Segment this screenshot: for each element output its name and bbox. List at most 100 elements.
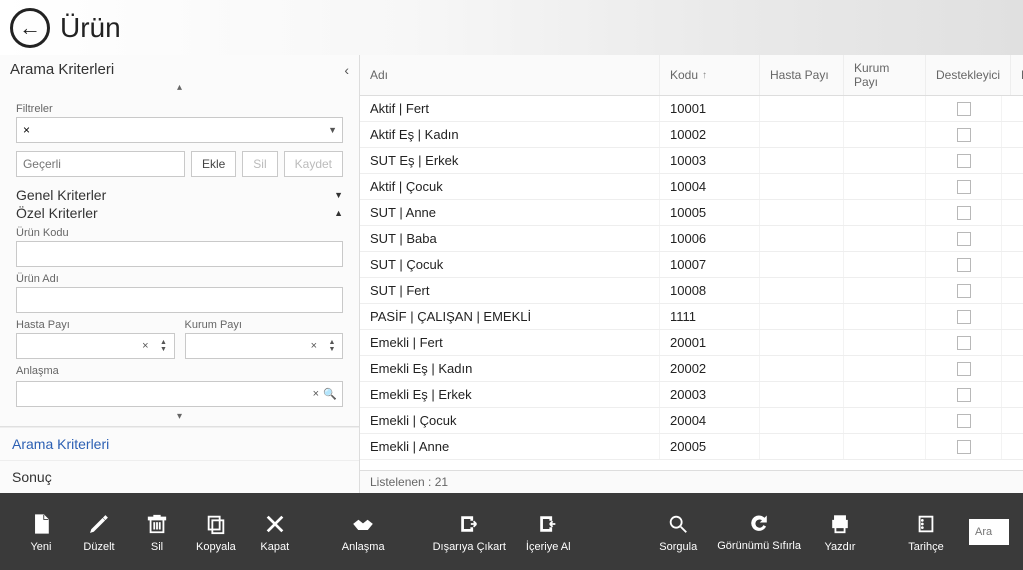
table-row[interactable]: Emekli | Çocuk20004 <box>360 408 1023 434</box>
col-kodu[interactable]: Kodu↑ <box>660 55 760 95</box>
section-genel-kriterler[interactable]: Genel Kriterler ▼ <box>16 187 343 203</box>
table-row[interactable]: Emekli Eş | Kadın20002 <box>360 356 1023 382</box>
chevron-down-icon[interactable]: ▾ <box>16 411 343 422</box>
clear-icon[interactable]: × <box>313 388 319 400</box>
urun-kodu-label: Ürün Kodu <box>16 227 343 239</box>
hasta-payi-input[interactable] <box>16 333 175 359</box>
ekle-button[interactable]: Ekle <box>191 151 236 177</box>
col-dest-label: Destekleyici <box>936 68 1000 82</box>
cell-hasta <box>760 200 844 225</box>
cell-her <box>1002 174 1023 199</box>
col-adi[interactable]: Adı <box>360 55 660 95</box>
clear-icon[interactable]: × <box>311 340 317 352</box>
tarihce-button[interactable]: Tarihçe <box>899 505 953 559</box>
arrow-left-icon: ← <box>19 17 41 39</box>
kaydet-button: Kaydet <box>284 151 343 177</box>
kopyala-button[interactable]: Kopyala <box>188 505 244 559</box>
table-row[interactable]: Aktif | Fert10001 <box>360 96 1023 122</box>
collapse-left-icon[interactable]: ‹ <box>344 62 349 78</box>
chevron-up-icon[interactable]: ▴ <box>0 82 359 93</box>
sorgula-label: Sorgula <box>659 541 697 553</box>
checkbox[interactable] <box>957 310 971 324</box>
kurum-payi-input[interactable] <box>185 333 344 359</box>
table-row[interactable]: PASİF | ÇALIŞAN | EMEKLİ1111 <box>360 304 1023 330</box>
cell-hasta <box>760 382 844 407</box>
checkbox[interactable] <box>957 284 971 298</box>
col-hasta-payi[interactable]: Hasta Payı <box>760 55 844 95</box>
section-ozel-kriterler[interactable]: Özel Kriterler ▲ <box>16 205 343 221</box>
cell-adi: Emekli | Anne <box>360 434 660 459</box>
cell-her <box>1002 278 1023 303</box>
main-area: Arama Kriterleri ‹ ▴ Filtreler ▼ Ekle Si… <box>0 55 1023 493</box>
cell-kodu: 10001 <box>660 96 760 121</box>
spinner-icon[interactable]: ▲▼ <box>325 335 339 357</box>
sidebar-footer-link[interactable]: Arama Kriterleri <box>0 427 359 460</box>
cell-her <box>1002 226 1023 251</box>
table-row[interactable]: SUT Eş | Erkek10003 <box>360 148 1023 174</box>
gecerli-input[interactable] <box>16 151 185 177</box>
col-destekleyici[interactable]: Destekleyici <box>926 55 1011 95</box>
iceriye-al-button[interactable]: İçeriye Al <box>518 505 579 559</box>
filters-dropdown-input[interactable] <box>16 117 343 143</box>
checkbox[interactable] <box>957 232 971 246</box>
checkbox[interactable] <box>957 128 971 142</box>
cell-kurum <box>844 96 926 121</box>
clear-icon[interactable]: × <box>142 340 148 352</box>
table-row[interactable]: Aktif Eş | Kadın10002 <box>360 122 1023 148</box>
table-row[interactable]: Aktif | Çocuk10004 <box>360 174 1023 200</box>
sil-toolbar-button[interactable]: Sil <box>130 505 184 559</box>
spinner-icon[interactable]: ▲▼ <box>157 335 171 357</box>
search-icon[interactable]: 🔍 <box>323 388 337 401</box>
table-row[interactable]: SUT | Baba10006 <box>360 226 1023 252</box>
col-kurum-payi[interactable]: Kurum Payı <box>844 55 926 95</box>
disariya-cikart-button[interactable]: Dışarıya Çıkart <box>425 505 514 559</box>
cell-kodu: 10003 <box>660 148 760 173</box>
sorgula-button[interactable]: Sorgula <box>651 505 705 559</box>
table-row[interactable]: Emekli Eş | Erkek20003 <box>360 382 1023 408</box>
sidebar: Arama Kriterleri ‹ ▴ Filtreler ▼ Ekle Si… <box>0 55 360 493</box>
pencil-icon <box>86 511 112 537</box>
cell-kodu: 10007 <box>660 252 760 277</box>
checkbox[interactable] <box>957 154 971 168</box>
urun-kodu-input[interactable] <box>16 241 343 267</box>
cell-kodu: 1111 <box>660 304 760 329</box>
kurum-payi-input-wrap: × ▲▼ <box>185 333 344 359</box>
kapat-button[interactable]: Kapat <box>248 505 302 559</box>
table-row[interactable]: SUT | Çocuk10007 <box>360 252 1023 278</box>
cell-kurum <box>844 408 926 433</box>
table-row[interactable]: Emekli | Anne20005 <box>360 434 1023 460</box>
anlasma-button[interactable]: Anlaşma <box>334 505 393 559</box>
col-her[interactable]: Her <box>1011 55 1023 95</box>
cell-kurum <box>844 330 926 355</box>
checkbox[interactable] <box>957 388 971 402</box>
checkbox[interactable] <box>957 258 971 272</box>
checkbox[interactable] <box>957 440 971 454</box>
back-button[interactable]: ← <box>10 8 50 48</box>
refresh-icon <box>746 510 772 536</box>
yazdir-button[interactable]: Yazdır <box>813 505 867 559</box>
gorunumu-sifirla-button[interactable]: Görünümü Sıfırla <box>709 504 809 558</box>
handshake-icon <box>350 511 376 537</box>
cell-her <box>1002 148 1023 173</box>
duzelt-button[interactable]: Düzelt <box>72 505 126 559</box>
checkbox[interactable] <box>957 362 971 376</box>
urun-adi-input[interactable] <box>16 287 343 313</box>
cell-kurum <box>844 434 926 459</box>
kapat-label: Kapat <box>260 541 289 553</box>
yeni-button[interactable]: Yeni <box>14 505 68 559</box>
checkbox[interactable] <box>957 336 971 350</box>
table-row[interactable]: SUT | Anne10005 <box>360 200 1023 226</box>
anlasma-input[interactable] <box>16 381 343 407</box>
checkbox[interactable] <box>957 102 971 116</box>
toolbar-search-input[interactable] <box>969 519 1009 545</box>
sort-asc-icon: ↑ <box>702 70 707 81</box>
filters-dropdown[interactable]: ▼ <box>16 117 343 143</box>
checkbox[interactable] <box>957 180 971 194</box>
sidebar-footer-sonuc[interactable]: Sonuç <box>0 460 359 493</box>
cell-her <box>1002 200 1023 225</box>
checkbox[interactable] <box>957 206 971 220</box>
checkbox[interactable] <box>957 414 971 428</box>
table-row[interactable]: Emekli | Fert20001 <box>360 330 1023 356</box>
status-count: 21 <box>435 475 448 489</box>
table-row[interactable]: SUT | Fert10008 <box>360 278 1023 304</box>
